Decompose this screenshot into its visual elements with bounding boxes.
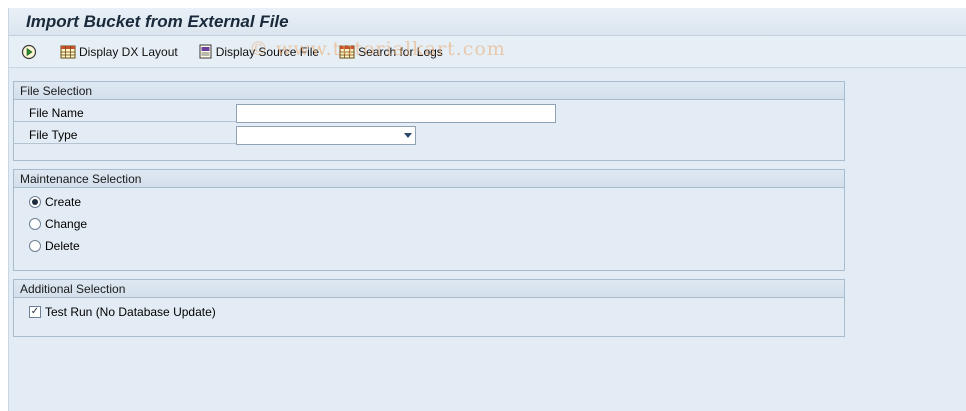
display-source-file-label: Display Source File — [215, 44, 320, 59]
page-title: Import Bucket from External File — [26, 11, 289, 31]
file-type-row: File Type — [14, 125, 416, 145]
radio-create-row[interactable]: Create — [29, 193, 81, 211]
additional-selection-group: Additional Selection ✓ Test Run (No Data… — [13, 279, 845, 337]
radio-change[interactable] — [29, 218, 41, 230]
file-name-input[interactable] — [236, 103, 556, 123]
test-run-checkbox[interactable]: ✓ — [29, 306, 41, 318]
maintenance-selection-group: Maintenance Selection Create Change Dele… — [13, 169, 845, 271]
search-for-logs-label: Search for Logs — [358, 44, 443, 59]
application-toolbar: Display DX Layout Display Source File Se… — [9, 36, 966, 68]
radio-change-label: Change — [45, 217, 88, 231]
execute-icon — [21, 44, 37, 60]
title-bar: Import Bucket from External File — [9, 8, 966, 36]
execute-button[interactable] — [19, 41, 42, 63]
table-grid-icon — [339, 45, 355, 59]
chevron-down-icon[interactable] — [404, 132, 412, 138]
radio-create[interactable] — [29, 196, 41, 208]
file-name-label: File Name — [14, 104, 236, 122]
radio-delete-row[interactable]: Delete — [29, 237, 80, 255]
maintenance-selection-header: Maintenance Selection — [14, 170, 844, 188]
file-name-row: File Name — [14, 103, 556, 123]
search-for-logs-button[interactable]: Search for Logs — [337, 41, 445, 63]
pdf-file-icon — [198, 44, 213, 59]
app-window: Import Bucket from External File Display… — [8, 8, 966, 411]
radio-change-row[interactable]: Change — [29, 215, 87, 233]
radio-delete[interactable] — [29, 240, 41, 252]
display-dx-layout-label: Display DX Layout — [79, 44, 178, 59]
additional-selection-header: Additional Selection — [14, 280, 844, 298]
test-run-row[interactable]: ✓ Test Run (No Database Update) — [29, 303, 216, 321]
display-dx-layout-button[interactable]: Display DX Layout — [58, 41, 180, 63]
file-type-label: File Type — [14, 126, 236, 144]
radio-delete-label: Delete — [45, 239, 80, 253]
test-run-label: Test Run (No Database Update) — [45, 305, 216, 319]
display-source-file-button[interactable]: Display Source File — [196, 41, 321, 63]
radio-create-label: Create — [45, 195, 82, 209]
file-selection-group: File Selection File Name File Type — [13, 81, 845, 161]
table-grid-icon — [60, 45, 76, 59]
file-selection-header: File Selection — [14, 82, 844, 100]
file-type-select[interactable] — [236, 125, 416, 145]
